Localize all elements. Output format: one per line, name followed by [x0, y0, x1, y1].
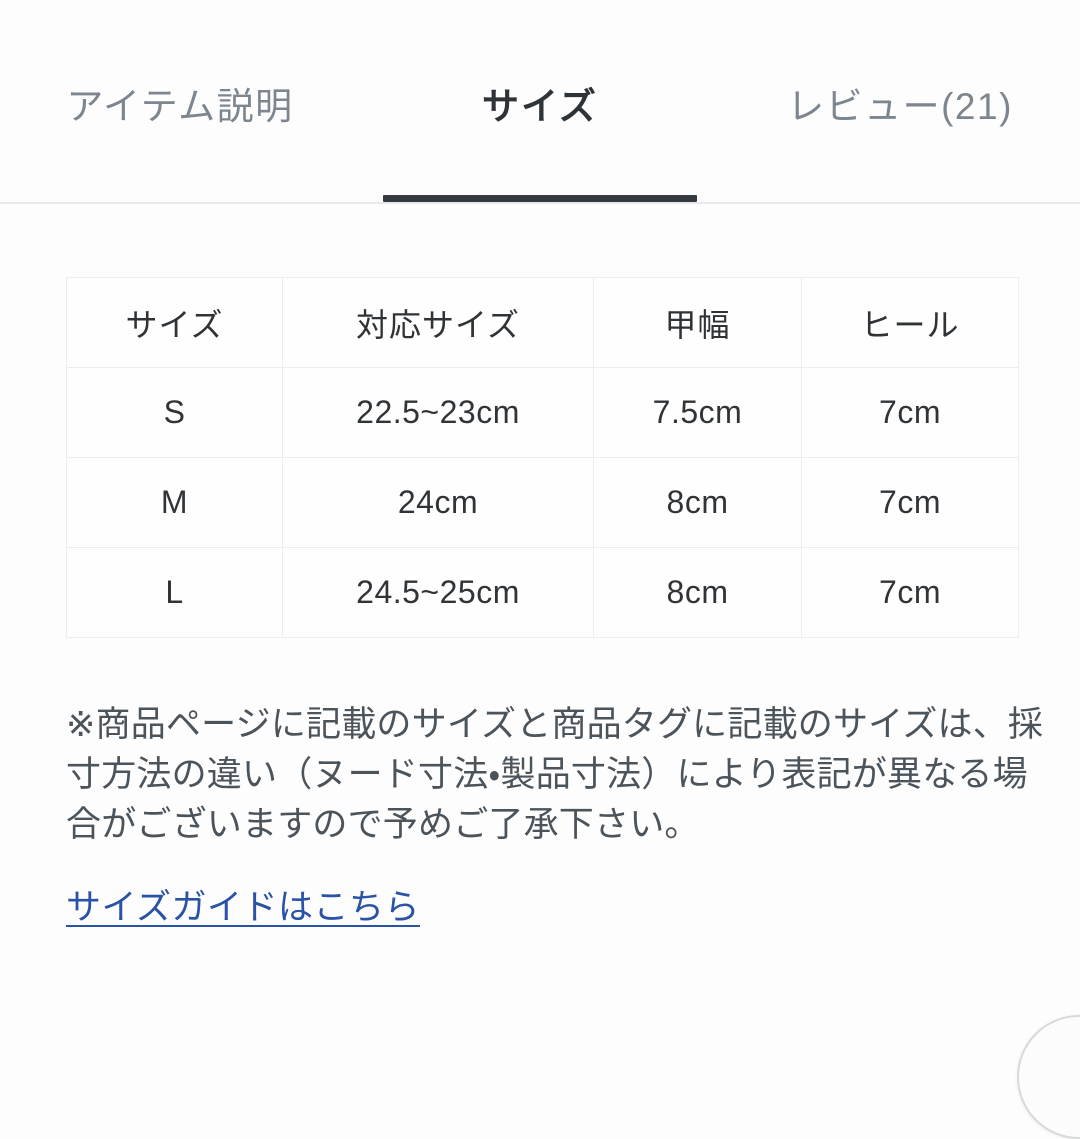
- tab-size-label: サイズ: [482, 86, 598, 127]
- tab-reviews[interactable]: レビュー(21): [720, 78, 1080, 136]
- tab-item-description-label: アイテム説明: [66, 86, 294, 127]
- size-table-head: サイズ 対応サイズ 甲幅 ヒール: [66, 277, 1019, 368]
- cell-heel: 7cm: [801, 547, 1019, 638]
- note-line-2: 寸方法の違い（ヌード寸法・製品寸法）により表記が異なる場: [66, 755, 1028, 794]
- cell-heel: 7cm: [801, 457, 1019, 548]
- tab-list: アイテム説明 サイズ レビュー(21): [0, 78, 1080, 202]
- cell-size: L: [66, 547, 283, 638]
- cell-size: M: [66, 457, 283, 548]
- cell-width: 7.5cm: [593, 367, 802, 458]
- table-row: M 24cm 8cm 7cm: [66, 457, 1019, 548]
- header-instep-width: 甲幅: [593, 277, 802, 368]
- header-heel: ヒール: [801, 277, 1019, 368]
- table-row: L 24.5~25cm 8cm 7cm: [66, 547, 1019, 638]
- tab-bar: アイテム説明 サイズ レビュー(21): [0, 0, 1080, 204]
- cell-fit: 22.5~23cm: [282, 367, 594, 458]
- size-guide-link[interactable]: サイズガイドはこちら: [66, 882, 420, 934]
- header-size: サイズ: [66, 277, 283, 368]
- note-line-3: 合がございますので予めご了承下さい。: [66, 805, 700, 844]
- tab-size[interactable]: サイズ: [360, 78, 720, 202]
- table-row: S 22.5~23cm 7.5cm 7cm: [66, 367, 1019, 458]
- cell-heel: 7cm: [801, 367, 1019, 458]
- size-table-body: S 22.5~23cm 7.5cm 7cm M 24cm 8cm 7cm L 2…: [66, 367, 1019, 638]
- cell-width: 8cm: [593, 547, 802, 638]
- note-line-1: ※商品ページに記載のサイズと商品タグに記載のサイズは、採: [66, 705, 1044, 744]
- size-disclaimer-note: ※商品ページに記載のサイズと商品タグに記載のサイズは、採 寸方法の違い（ヌード寸…: [66, 700, 1044, 850]
- tab-size-active-underline: [383, 195, 697, 202]
- size-table: サイズ 対応サイズ 甲幅 ヒール S 22.5~23cm 7.5cm 7cm M…: [66, 277, 1019, 638]
- cell-fit: 24.5~25cm: [282, 547, 594, 638]
- cell-width: 8cm: [593, 457, 802, 548]
- cell-fit: 24cm: [282, 457, 594, 548]
- scroll-to-top-button[interactable]: [1017, 1015, 1080, 1139]
- tab-item-description[interactable]: アイテム説明: [0, 78, 360, 136]
- tab-reviews-label: レビュー(21): [787, 86, 1013, 127]
- cell-size: S: [66, 367, 283, 458]
- table-header-row: サイズ 対応サイズ 甲幅 ヒール: [66, 277, 1019, 368]
- header-fit-size: 対応サイズ: [282, 277, 594, 368]
